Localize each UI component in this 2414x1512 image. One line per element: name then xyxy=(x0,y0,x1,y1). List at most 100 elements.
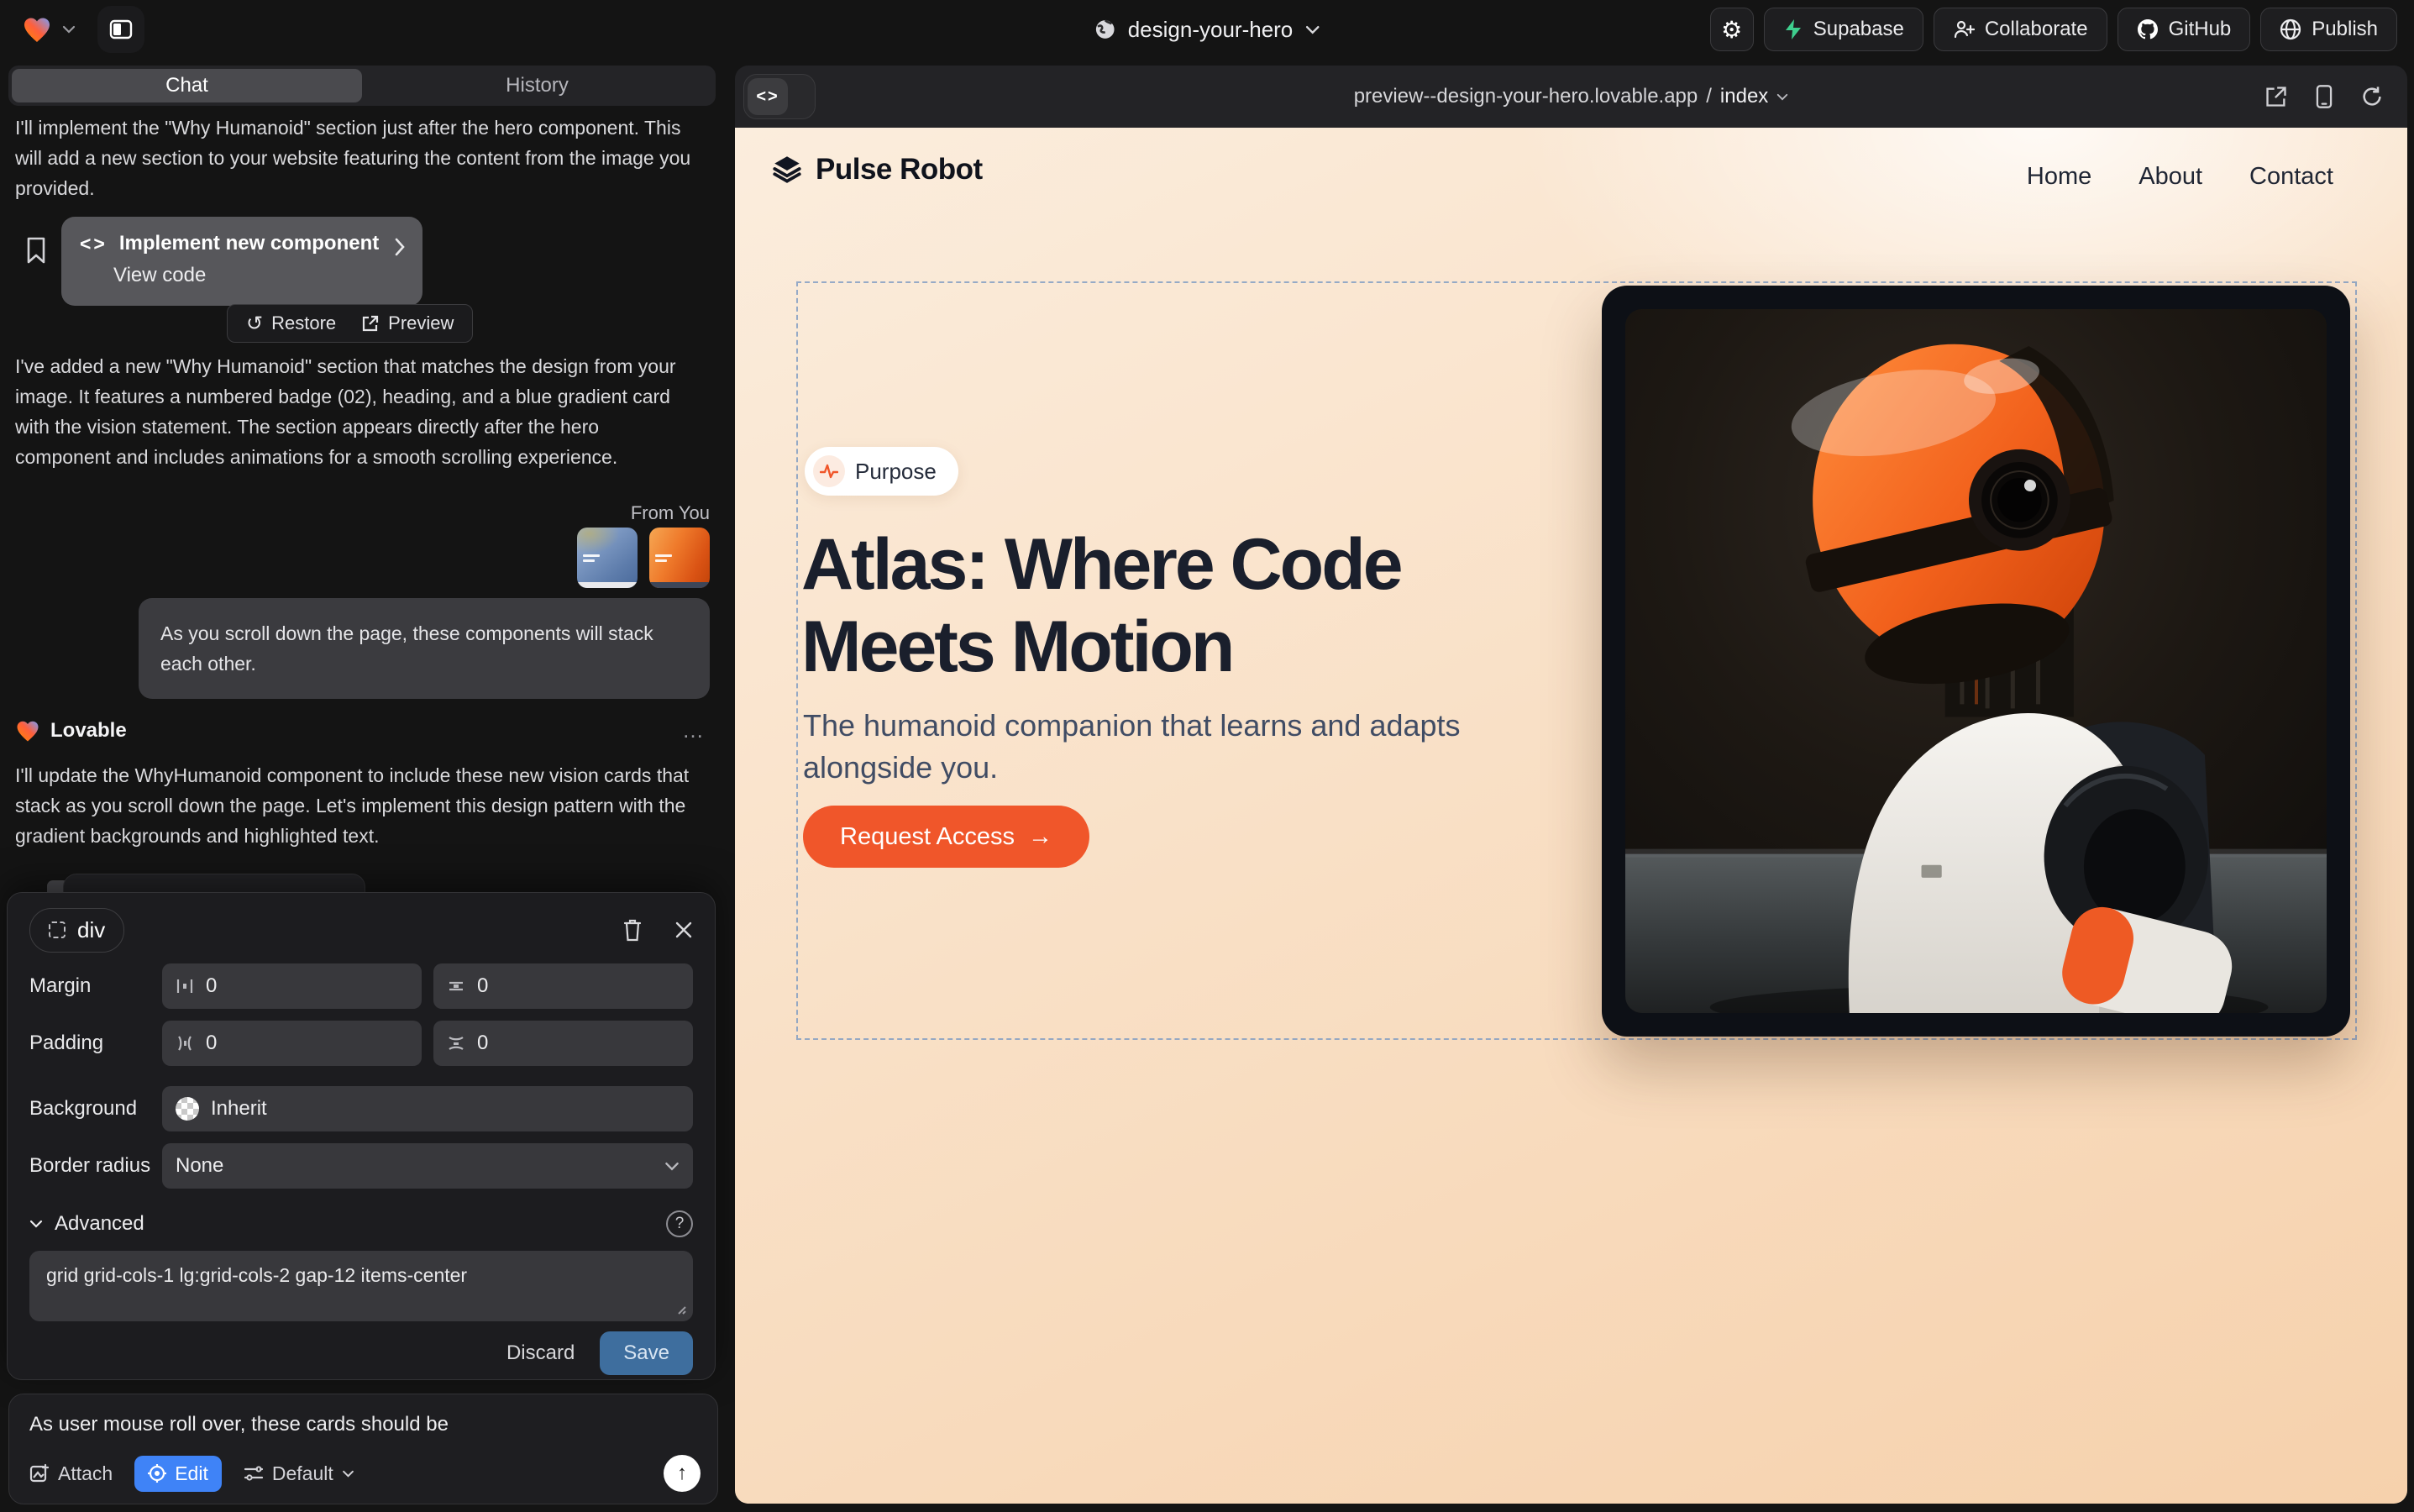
padding-row: Padding 0 0 xyxy=(29,1021,693,1066)
chevron-down-icon xyxy=(1776,93,1788,101)
padding-y-input[interactable]: 0 xyxy=(433,1021,693,1066)
lovable-heart-logo[interactable] xyxy=(22,15,52,44)
resize-handle-icon[interactable] xyxy=(674,1303,686,1315)
sidebar-toggle-button[interactable] xyxy=(97,6,144,53)
chat-input[interactable]: As user mouse roll over, these cards sho… xyxy=(29,1413,697,1436)
refresh-icon[interactable] xyxy=(2360,85,2384,108)
discard-button[interactable]: Discard xyxy=(506,1341,575,1365)
publish-label: Publish xyxy=(2312,18,2378,41)
open-in-new-tab-icon[interactable] xyxy=(2264,85,2288,108)
component-version-card[interactable]: <> Implement new component View code xyxy=(61,217,422,306)
element-tag: div xyxy=(77,917,105,943)
mode-label: Default xyxy=(272,1462,333,1485)
arrow-right-icon: → xyxy=(1028,823,1052,851)
github-button[interactable]: GitHub xyxy=(2117,8,2251,51)
attachment-thumbnail-orange[interactable] xyxy=(649,528,710,588)
classes-textarea[interactable]: grid grid-cols-1 lg:grid-cols-2 gap-12 i… xyxy=(29,1251,693,1321)
site-nav: Home About Contact xyxy=(2027,163,2333,191)
preview-url[interactable]: preview--design-your-hero.lovable.app / … xyxy=(1354,85,1789,108)
hero-section-selected[interactable]: Purpose Atlas: Where Code Meets Motion T… xyxy=(796,281,2357,1040)
chevron-down-icon xyxy=(1304,25,1320,34)
url-separator: / xyxy=(1706,85,1712,108)
mode-selector[interactable]: Default xyxy=(244,1462,354,1485)
save-button[interactable]: Save xyxy=(600,1331,693,1375)
help-icon[interactable]: ? xyxy=(666,1210,693,1237)
cta-label: Request Access xyxy=(840,823,1015,851)
chevron-down-icon[interactable] xyxy=(62,25,76,34)
background-input[interactable]: Inherit xyxy=(162,1086,693,1131)
inspector-header: div xyxy=(29,908,693,952)
hero-subtitle-line1: The humanoid companion that learns and a… xyxy=(803,708,1461,743)
lovable-heart-icon xyxy=(15,719,40,743)
attach-button[interactable]: Attach xyxy=(29,1462,113,1485)
tab-chat[interactable]: Chat xyxy=(12,69,362,102)
send-button[interactable]: ↑ xyxy=(664,1455,701,1492)
inspector-footer: Discard Save xyxy=(29,1331,693,1375)
padding-y-icon xyxy=(447,1034,465,1053)
github-label: GitHub xyxy=(2169,18,2232,41)
selection-box-icon xyxy=(49,921,66,938)
restore-icon: ↺ xyxy=(246,312,263,335)
code-view-toggle[interactable]: <> xyxy=(743,74,816,119)
chevron-down-icon xyxy=(664,1162,680,1171)
border-radius-row: Border radius None xyxy=(29,1143,693,1189)
selected-element-chip[interactable]: div xyxy=(29,908,124,953)
component-card-title: Implement new component xyxy=(119,232,379,255)
topbar-left xyxy=(22,0,144,59)
edit-mode-button[interactable]: Edit xyxy=(134,1456,222,1492)
preview-panel: <> preview--design-your-hero.lovable.app… xyxy=(735,66,2407,1504)
attach-label: Attach xyxy=(58,1462,113,1485)
supabase-bolt-icon xyxy=(1783,18,1803,40)
margin-x-input[interactable]: 0 xyxy=(162,963,422,1009)
padding-x-value: 0 xyxy=(206,1032,217,1055)
attachment-thumbnail-blue[interactable] xyxy=(577,528,638,588)
advanced-label: Advanced xyxy=(55,1212,144,1236)
url-page: index xyxy=(1720,85,1768,108)
request-access-button[interactable]: Request Access → xyxy=(803,806,1089,868)
padding-x-input[interactable]: 0 xyxy=(162,1021,422,1066)
project-switcher[interactable]: design-your-hero xyxy=(1094,0,1320,59)
restore-button[interactable]: ↺ Restore xyxy=(246,312,336,335)
settings-button[interactable]: ⚙ xyxy=(1710,8,1754,51)
margin-x-icon xyxy=(176,977,194,995)
margin-y-input[interactable]: 0 xyxy=(433,963,693,1009)
view-code-link[interactable]: View code xyxy=(113,264,404,287)
nav-about[interactable]: About xyxy=(2138,163,2202,191)
supabase-label: Supabase xyxy=(1813,18,1904,41)
hero-subtitle-line2: alongside you. xyxy=(803,750,998,785)
code-icon: <> xyxy=(748,78,788,115)
robot-image-card xyxy=(1602,286,2350,1037)
collaborate-button[interactable]: Collaborate xyxy=(1934,8,2107,51)
tab-history[interactable]: History xyxy=(362,69,712,102)
preview-button[interactable]: Preview xyxy=(361,312,454,334)
bookmark-icon[interactable] xyxy=(25,237,47,264)
border-radius-value: None xyxy=(176,1154,223,1178)
background-value: Inherit xyxy=(211,1097,267,1121)
topbar-actions: ⚙ Supabase Collaborate GitHub Publish xyxy=(1710,0,2397,59)
mobile-view-icon[interactable] xyxy=(2315,84,2333,109)
inspector-header-icons xyxy=(622,918,693,942)
publish-globe-icon xyxy=(2280,18,2301,40)
message-menu-button[interactable]: … xyxy=(682,717,706,743)
assistant-name: Lovable xyxy=(50,719,127,743)
hero-title-line2: Meets Motion xyxy=(801,606,1232,687)
publish-button[interactable]: Publish xyxy=(2260,8,2397,51)
github-icon xyxy=(2137,18,2159,40)
user-message-bubble: As you scroll down the page, these compo… xyxy=(139,598,710,699)
margin-label: Margin xyxy=(29,974,162,998)
advanced-section-toggle[interactable]: Advanced ? xyxy=(29,1210,693,1237)
trash-icon[interactable] xyxy=(622,918,643,942)
sliders-icon xyxy=(244,1464,264,1483)
purpose-badge: Purpose xyxy=(805,447,958,496)
nav-home[interactable]: Home xyxy=(2027,163,2091,191)
supabase-button[interactable]: Supabase xyxy=(1764,8,1923,51)
border-radius-select[interactable]: None xyxy=(162,1143,693,1189)
edit-label: Edit xyxy=(175,1462,208,1485)
hero-title-line1: Atlas: Where Code xyxy=(801,524,1401,605)
preview-label: Preview xyxy=(388,312,454,334)
open-preview-icon xyxy=(361,314,380,333)
close-icon[interactable] xyxy=(674,921,693,939)
chevron-right-icon xyxy=(394,237,406,257)
nav-contact[interactable]: Contact xyxy=(2249,163,2333,191)
site-logo[interactable]: Pulse Robot xyxy=(770,153,983,186)
